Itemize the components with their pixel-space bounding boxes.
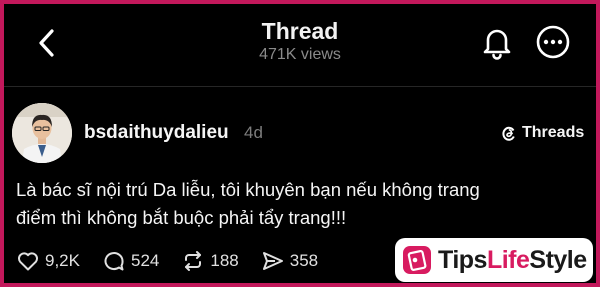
post-time: 4d	[244, 123, 263, 142]
action-bar: 9,2K 524 188 358	[16, 249, 340, 273]
repost-button[interactable]: 188	[181, 249, 239, 273]
threads-badge-label: Threads	[522, 124, 585, 141]
post-text: Là bác sĩ nội trú Da liễu, tôi khuyên bạ…	[16, 176, 586, 232]
post-text-line: Là bác sĩ nội trú Da liễu, tôi khuyên bạ…	[16, 179, 480, 200]
threads-logo-icon	[502, 126, 515, 141]
repost-icon	[185, 251, 202, 271]
brand-part-tips: Tips	[438, 245, 487, 274]
share-button[interactable]: 358	[261, 249, 318, 273]
send-icon	[262, 252, 283, 270]
avatar[interactable]	[12, 103, 72, 163]
comment-count: 524	[130, 251, 160, 270]
repost-count: 188	[210, 251, 239, 270]
more-options-icon[interactable]	[535, 24, 571, 60]
like-count: 9,2K	[45, 251, 80, 270]
brand-part-style: Style	[529, 245, 587, 274]
tipslifestyle-logo-icon	[403, 246, 431, 274]
threads-badge[interactable]: Threads	[500, 124, 584, 142]
thread-screen: Thread 471K views bsdaithuydalieu 4d Thr…	[4, 4, 596, 283]
username[interactable]: bsdaithuydalieu	[84, 122, 229, 144]
like-button[interactable]: 9,2K	[16, 249, 80, 273]
tipslifestyle-wordmark: TipsLifeStyle	[438, 246, 587, 275]
comment-icon	[104, 252, 124, 271]
header-divider	[4, 86, 596, 87]
brand-part-life: Life	[486, 245, 530, 274]
tipslifestyle-watermark: TipsLifeStyle	[395, 238, 593, 282]
bell-icon[interactable]	[480, 24, 514, 60]
share-count: 358	[289, 251, 319, 270]
comment-button[interactable]: 524	[102, 249, 159, 273]
heart-icon	[18, 252, 38, 271]
post-text-line: điểm thì không bắt buộc phải tẩy trang!!…	[16, 207, 347, 228]
